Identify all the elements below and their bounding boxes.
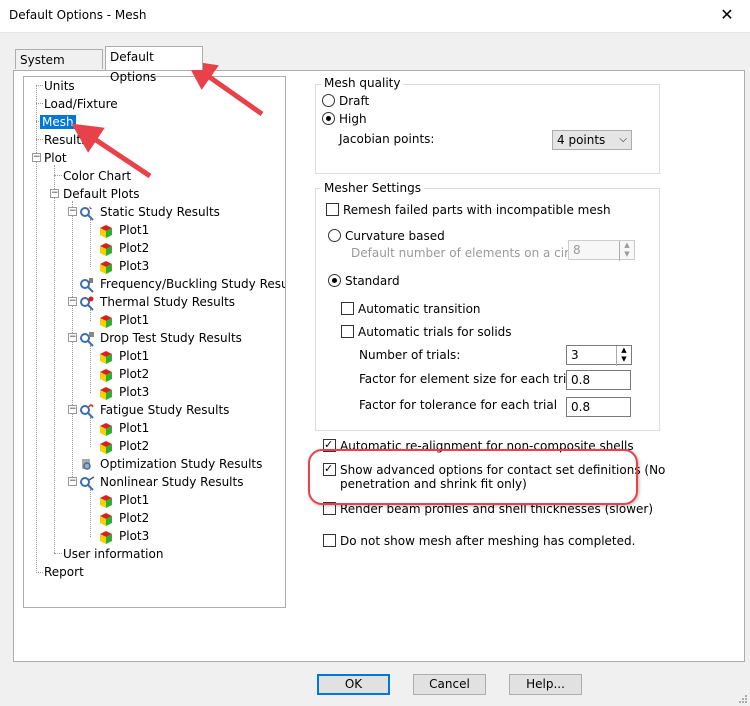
tab-default-options[interactable]: Default Options [105, 46, 203, 84]
annotation-arrow-icon [71, 123, 152, 179]
help-button[interactable]: Help... [509, 674, 582, 695]
cancel-button[interactable]: Cancel [413, 674, 486, 695]
annotation-arrows [71, 60, 264, 179]
resize-grip-icon[interactable] [738, 694, 748, 704]
annotation-arrow-icon [185, 60, 264, 117]
ok-button[interactable]: OK [317, 674, 390, 695]
